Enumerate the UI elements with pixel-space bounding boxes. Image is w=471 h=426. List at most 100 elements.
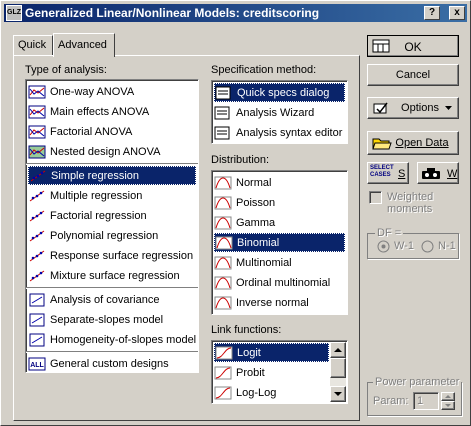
specification-method-list[interactable]: Quick specs dialog Analysis Wizard Analysi… <box>211 80 348 144</box>
analysis-type-item[interactable]: Multiple regression <box>28 186 196 205</box>
analysis-type-label: One-way ANOVA <box>50 85 135 98</box>
list-item[interactable]: Analysis Wizard <box>214 103 345 122</box>
df-radio-w1[interactable] <box>377 240 390 253</box>
analysis-type-item[interactable]: Analysis of covariance <box>28 290 196 309</box>
list-item-label: Analysis syntax editor <box>236 126 343 139</box>
folder-icon <box>372 138 392 150</box>
multiple-regression-icon <box>28 189 46 203</box>
df-option-n1-label: N-1 <box>438 240 456 252</box>
param-spin-up[interactable] <box>441 392 455 401</box>
analysis-type-label: Nested design ANOVA <box>50 145 161 158</box>
list-item[interactable]: Logit <box>214 343 329 362</box>
dist-icon <box>214 296 232 310</box>
list-item-label: Normal <box>236 176 272 189</box>
df-label: DF = <box>375 227 404 239</box>
list-item[interactable]: Quick specs dialog <box>214 83 345 102</box>
dropdown-arrow-icon <box>445 106 452 110</box>
simple-regression-icon <box>29 169 47 183</box>
window-title: Generalized Linear/Nonlinear Models: cre… <box>25 6 320 20</box>
analysis-type-label: Separate-slopes model <box>50 313 164 326</box>
tab-advanced-label: Advanced <box>58 39 107 51</box>
link-functions-scrollbar[interactable] <box>330 342 346 402</box>
analysis-type-label: Factorial ANOVA <box>50 125 133 138</box>
main-effects-icon <box>28 105 46 119</box>
help-button[interactable]: ? <box>424 6 440 20</box>
dist-icon <box>214 256 232 270</box>
list-item-label: Gamma <box>236 216 276 229</box>
link-functions-list[interactable]: Logit Probit Log-Log <box>211 340 348 404</box>
weights-button[interactable]: W <box>417 162 459 184</box>
weights-key: W <box>447 168 458 180</box>
weighted-moments-checkbox[interactable] <box>369 191 382 204</box>
weighted-moments-line2: moments <box>387 203 433 215</box>
analysis-type-item[interactable]: Separate-slopes model <box>28 310 196 329</box>
param-input[interactable]: 1 <box>413 392 439 410</box>
list-item[interactable]: Log-Log <box>214 383 329 402</box>
param-spin-down[interactable] <box>441 401 455 410</box>
list-item-label: Analysis Wizard <box>236 106 315 119</box>
spin-down-icon <box>445 404 451 407</box>
link-icon <box>214 386 232 400</box>
scroll-down-button[interactable] <box>330 386 346 402</box>
link-functions-label: Link functions: <box>211 324 282 336</box>
dist-icon <box>214 176 232 190</box>
open-data-button[interactable]: Open Data <box>367 131 459 155</box>
scroll-thumb[interactable] <box>330 358 346 378</box>
list-item-label: Poisson <box>236 196 276 209</box>
dist-icon <box>214 196 232 210</box>
list-item[interactable]: Multinomial <box>214 253 345 272</box>
analysis-type-item[interactable]: Response surface regression <box>28 246 196 265</box>
list-item[interactable]: Poisson <box>214 193 345 212</box>
cancel-button[interactable]: Cancel <box>367 64 459 86</box>
list-item[interactable]: Gamma <box>214 213 345 232</box>
distribution-list[interactable]: Normal Poisson Gamma Binomial Multinomial Ord… <box>211 170 348 315</box>
df-radio-n1[interactable] <box>421 240 434 253</box>
quick-specs-icon <box>215 86 233 100</box>
group-separator <box>26 351 198 353</box>
title-bar[interactable]: GLZ Generalized Linear/Nonlinear Models:… <box>4 4 467 22</box>
tab-advanced[interactable]: Advanced <box>53 33 115 57</box>
tab-quick[interactable]: Quick <box>13 35 53 55</box>
df-option-w1-label: W-1 <box>394 240 414 252</box>
close-button[interactable]: x <box>449 6 465 20</box>
type-of-analysis-label: Type of analysis: <box>25 64 107 76</box>
list-item[interactable]: Normal <box>214 173 345 192</box>
analysis-type-label: Analysis of covariance <box>50 293 160 306</box>
ok-label: OK <box>404 40 422 54</box>
analysis-type-item[interactable]: Polynomial regression <box>28 226 196 245</box>
group-separator <box>26 287 198 289</box>
analysis-type-item[interactable]: Main effects ANOVA <box>28 102 196 121</box>
dialog-window: GLZ Generalized Linear/Nonlinear Models:… <box>0 0 471 426</box>
analysis-type-label: General custom designs <box>50 357 169 370</box>
analysis-type-item[interactable]: Simple regression <box>28 166 196 185</box>
nested-design-icon <box>28 145 46 159</box>
select-cases-line2: CASES <box>370 172 391 178</box>
analysis-type-item[interactable]: Factorial regression <box>28 206 196 225</box>
distribution-label: Distribution: <box>211 154 270 166</box>
list-item-label: Ordinal multinomial <box>236 276 331 289</box>
dist-icon <box>214 216 232 230</box>
list-item-label: Multinomial <box>236 256 292 269</box>
list-item[interactable]: Binomial <box>214 233 345 252</box>
analysis-type-item[interactable]: ALL General custom designs <box>28 354 196 373</box>
analysis-type-item[interactable]: Homogeneity-of-slopes model <box>28 330 196 349</box>
dist-icon <box>214 276 232 290</box>
one-way-anova-icon <box>28 85 46 99</box>
options-button[interactable]: Options <box>367 97 459 119</box>
list-item[interactable]: Inverse normal <box>214 293 345 312</box>
type-of-analysis-list[interactable]: One-way ANOVA Main effects ANOVA Factorial… <box>25 79 199 373</box>
param-value: 1 <box>417 395 424 407</box>
scroll-up-button[interactable] <box>330 342 346 358</box>
analysis-type-item[interactable]: Factorial ANOVA <box>28 122 196 141</box>
list-item[interactable]: Ordinal multinomial <box>214 273 345 292</box>
syntax-editor-icon <box>214 126 232 140</box>
analysis-type-item[interactable]: Mixture surface regression <box>28 266 196 285</box>
group-separator <box>26 163 198 165</box>
list-item[interactable]: Analysis syntax editor <box>214 123 345 142</box>
list-item[interactable]: Probit <box>214 363 329 382</box>
ok-button[interactable]: OK <box>367 35 459 57</box>
analysis-type-item[interactable]: Nested design ANOVA <box>28 142 196 161</box>
select-cases-button[interactable]: SELECT CASES S <box>367 162 409 184</box>
open-data-label: Open Data <box>395 137 449 149</box>
analysis-type-item[interactable]: One-way ANOVA <box>28 82 196 101</box>
